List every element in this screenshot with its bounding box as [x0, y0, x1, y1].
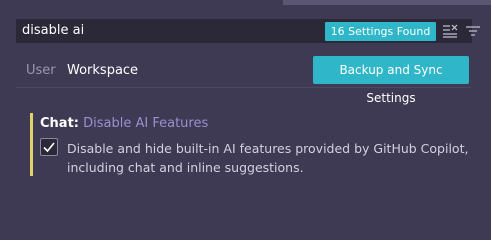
modified-indicator-bar — [30, 113, 33, 176]
backup-and-sync-button[interactable]: Backup and Sync Settings — [313, 56, 469, 105]
setting-title: Chat: Disable AI Features — [40, 116, 208, 132]
editor-tab-strip — [283, 0, 491, 5]
tab-user[interactable]: User — [26, 63, 56, 79]
setting-name: Disable AI Features — [83, 116, 209, 131]
filter-icon[interactable] — [464, 22, 482, 40]
setting-category: Chat: — [40, 116, 79, 131]
disable-ai-checkbox[interactable] — [40, 138, 58, 156]
clear-filter-icon[interactable] — [441, 22, 459, 40]
tab-workspace[interactable]: Workspace — [67, 63, 138, 79]
setting-description: Disable and hide built-in AI features pr… — [67, 141, 469, 175]
results-count-badge: 16 Settings Found — [325, 22, 436, 41]
checkmark-icon — [43, 142, 55, 153]
settings-search-input[interactable] — [22, 19, 322, 43]
settings-search-box: 16 Settings Found — [16, 19, 480, 43]
